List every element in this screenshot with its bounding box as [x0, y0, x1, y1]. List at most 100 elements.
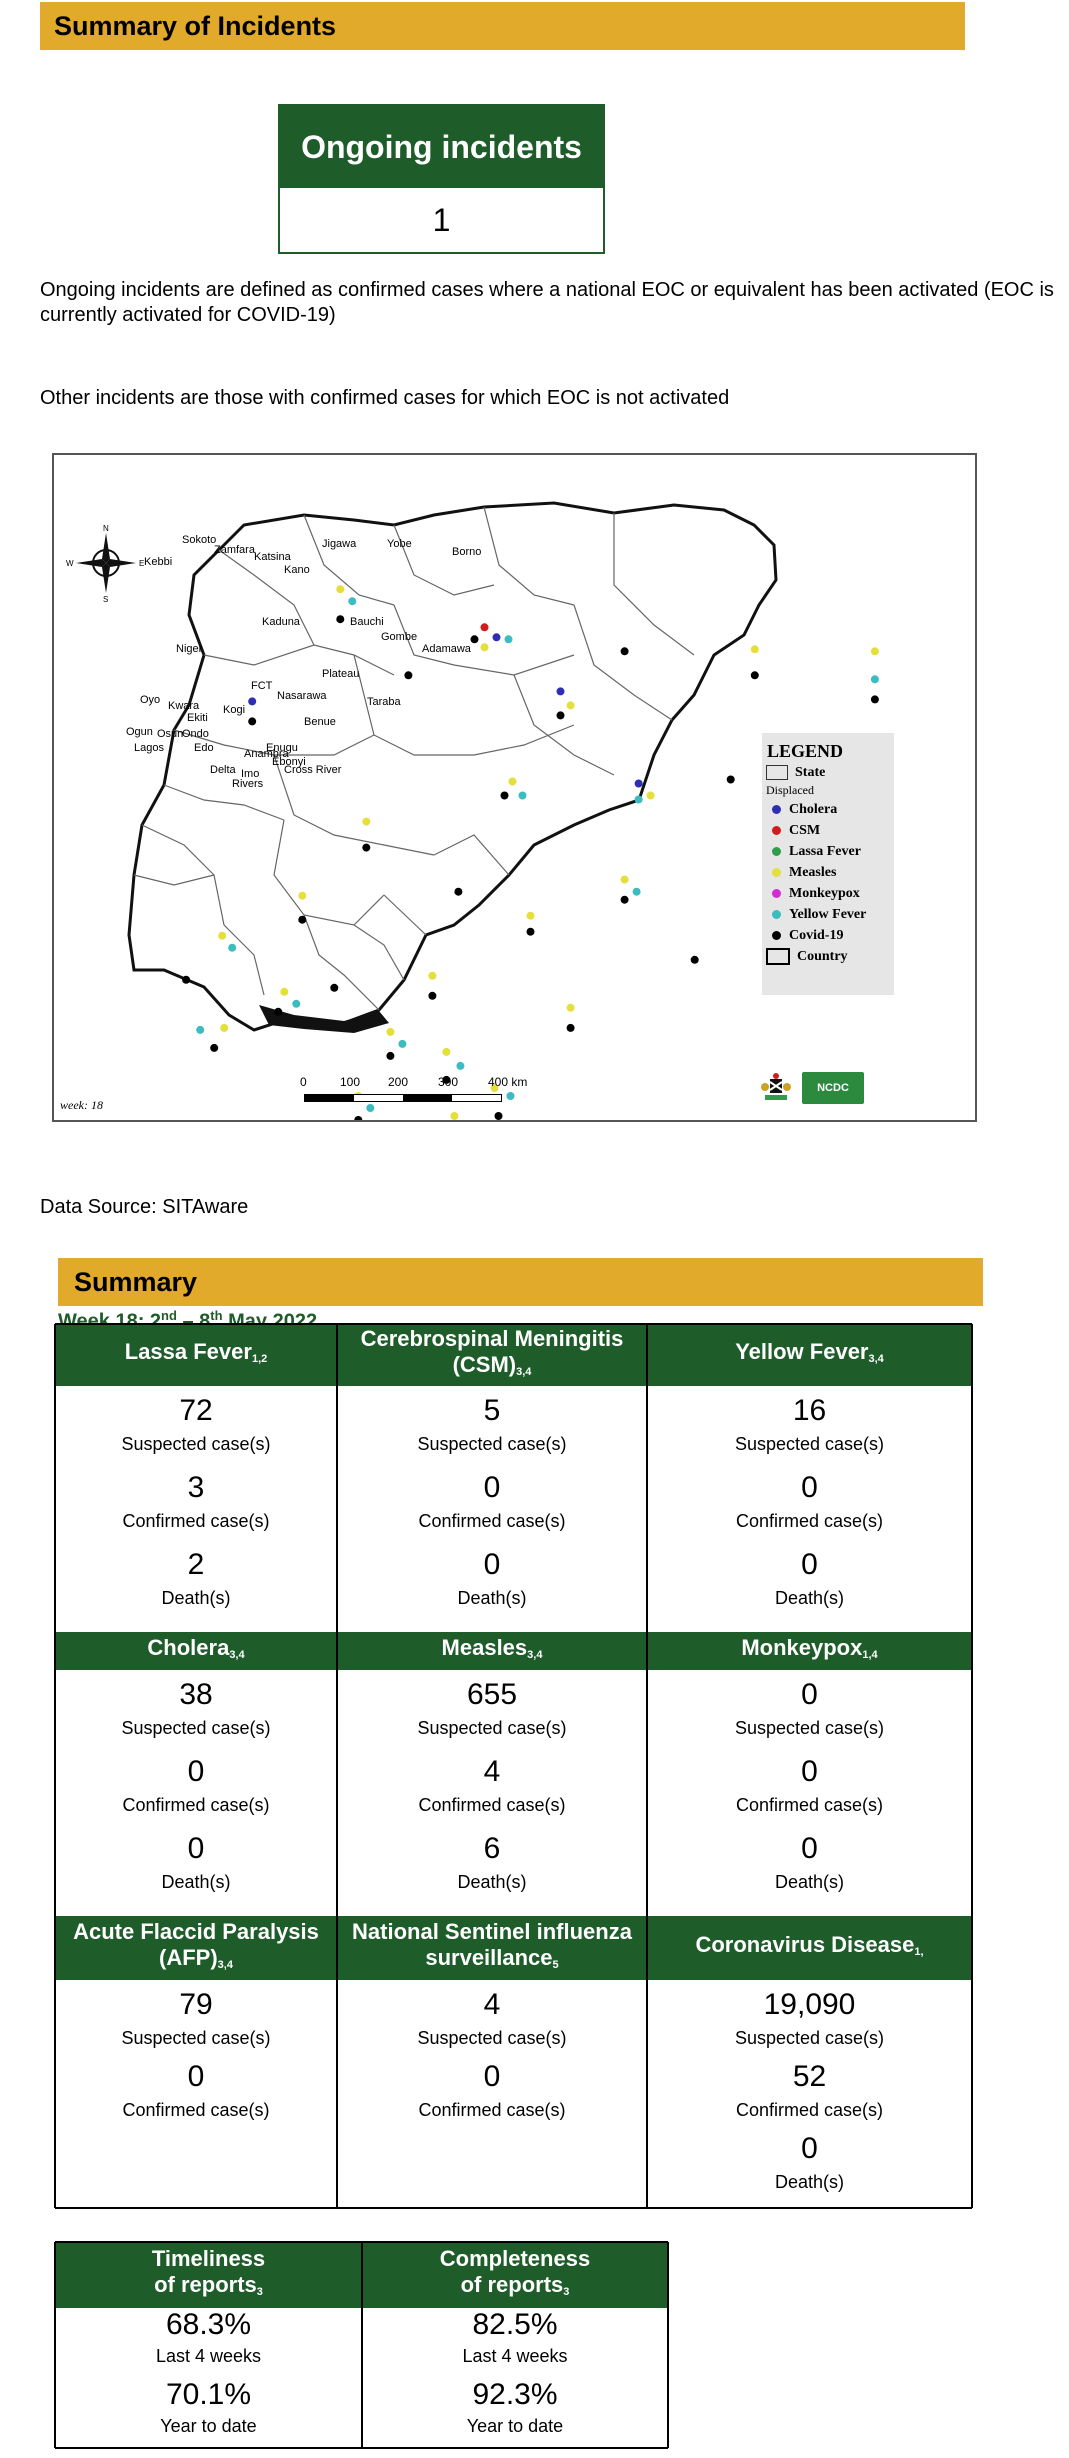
suspected-count: 19,090 [763, 1988, 856, 2021]
disease-header-text: Coronavirus Disease1, [689, 1932, 929, 1965]
incident-marker [506, 1092, 515, 1100]
incident-marker [480, 623, 489, 632]
incident-marker [362, 843, 371, 852]
timeliness-ytd-value: 70.1% [165, 2378, 252, 2411]
timeliness-ytd-label: Year to date [160, 2416, 257, 2436]
legend-item: Lassa Fever [762, 841, 894, 862]
legend-dot-icon [772, 868, 781, 877]
scale-label: 0 [300, 1075, 307, 1089]
deaths-count: 0 [483, 1548, 501, 1581]
disease-header: Coronavirus Disease1, [647, 1916, 972, 1980]
confirmed-label: Confirmed case(s) [418, 2100, 566, 2120]
week-sup2: th [210, 1308, 223, 1323]
page-title: Summary of Incidents [40, 2, 965, 50]
ongoing-definition: Ongoing incidents are defined as confirm… [40, 279, 1054, 326]
deaths-label: Death(s) [161, 1872, 231, 1892]
legend-item-label: Measles [789, 864, 837, 880]
disease-stats: 0 Suspected case(s) 0 Confirmed case(s) 0 Dea… [647, 1670, 972, 1916]
disease-name: Yellow Fever [735, 1338, 869, 1364]
confirmed-count: 0 [187, 2060, 205, 2093]
incident-marker [228, 943, 237, 952]
state-label-yobe: Yobe [387, 538, 412, 550]
incident-marker [298, 891, 307, 900]
legend-title: LEGEND [767, 741, 844, 761]
state-label-delta: Delta [210, 764, 237, 776]
disease-stats: 72 Suspected case(s) 3 Confirmed case(s) 2 De… [55, 1386, 337, 1632]
compass-n: N [103, 524, 109, 533]
week-label: week: 18 [60, 1098, 103, 1112]
incident-marker [632, 887, 641, 896]
grid-vline [646, 1324, 648, 2208]
state-label-enugu: Enugu [266, 742, 298, 754]
incident-marker [508, 777, 517, 786]
confirmed-count: 0 [187, 1755, 205, 1788]
suspected-label: Suspected case(s) [734, 1718, 885, 1738]
state-label-taraba: Taraba [367, 696, 402, 708]
incident-marker [750, 671, 759, 680]
disease-name: Acute Flaccid Paralysis (AFP) [73, 1918, 319, 1970]
deaths-count: 0 [187, 1832, 205, 1865]
completeness-ytd-value: 92.3% [472, 2378, 558, 2411]
state-label-ondo: Ondo [182, 728, 209, 740]
suspected-label: Suspected case(s) [734, 1434, 885, 1454]
legend-items: Cholera CSM Lassa Fever Measles Monkeypox Yel… [762, 799, 894, 946]
scale-label: 400 km [488, 1075, 528, 1089]
legend-item: Yellow Fever [762, 904, 894, 925]
completeness-title-text: of reports [460, 2271, 564, 2297]
incident-marker [210, 1043, 219, 1052]
suspected-label: Suspected case(s) [417, 1434, 567, 1454]
map-legend: LEGEND State Displaced Cholera CSM Lassa F… [762, 733, 894, 995]
incident-marker [398, 1039, 407, 1048]
disease-header-text: Cholera3,4 [141, 1635, 250, 1668]
suspected-count: 0 [801, 1678, 818, 1711]
incident-marker [556, 687, 565, 696]
incident-marker [182, 975, 191, 984]
legend-state: State [762, 762, 894, 783]
incident-marker [450, 1112, 459, 1120]
deaths-count: 6 [483, 1832, 501, 1865]
incident-marker [248, 697, 257, 706]
ongoing-incidents-box: Ongoing incidents 1 [278, 104, 605, 254]
incident-marker [456, 1061, 465, 1070]
incident-marker [336, 615, 345, 624]
timeliness-title-line1: Timeliness [151, 2245, 266, 2271]
state-label-ogun: Ogun [126, 726, 153, 738]
deaths-count: 2 [187, 1548, 205, 1581]
incident-marker [404, 671, 413, 680]
disease-header-text: Yellow Fever3,4 [729, 1339, 890, 1372]
incident-marker [454, 887, 463, 896]
incident-marker [566, 1003, 575, 1012]
incident-marker [750, 645, 759, 654]
state-label-kebbi: Kebbi [144, 556, 172, 568]
suspected-label: Suspected case(s) [417, 2028, 567, 2048]
disease-stats: 5 Suspected case(s) 0 Confirmed case(s) 0 Dea… [337, 1386, 647, 1632]
incident-marker [366, 1104, 375, 1112]
report-hline [55, 2241, 668, 2243]
incident-marker [646, 791, 655, 800]
disease-name: Coronavirus Disease [695, 1931, 915, 1957]
deaths-count: 0 [801, 2132, 818, 2165]
state-label-niger: Niger [176, 643, 203, 655]
grid-vline [336, 1324, 338, 2208]
completeness-footnote: 3 [563, 2285, 570, 2298]
incident-marker [348, 597, 357, 606]
state-label-katsina: Katsina [254, 551, 292, 563]
legend-item: Measles [762, 862, 894, 883]
incident-marker [566, 1023, 575, 1032]
deaths-label: Death(s) [774, 1588, 845, 1608]
suspected-count: 16 [792, 1394, 827, 1427]
incident-marker [196, 1025, 205, 1034]
state-label-plateau: Plateau [322, 668, 359, 680]
confirmed-count: 0 [801, 1755, 818, 1788]
disease-footnote: 3,4 [229, 1648, 245, 1661]
legend-dot-icon [772, 910, 781, 919]
state-label-osun: Osun [157, 728, 183, 740]
disease-header-text: Measles3,4 [436, 1635, 549, 1668]
state-label-rivers: Rivers [232, 778, 264, 790]
grid-hline [55, 1323, 972, 1325]
completeness-last4-label: Last 4 weeks [462, 2346, 568, 2366]
suspected-label: Suspected case(s) [121, 2028, 271, 2048]
legend-item-label: Monkeypox [789, 885, 860, 901]
deaths-label: Death(s) [774, 1872, 845, 1892]
incident-marker [620, 875, 629, 884]
